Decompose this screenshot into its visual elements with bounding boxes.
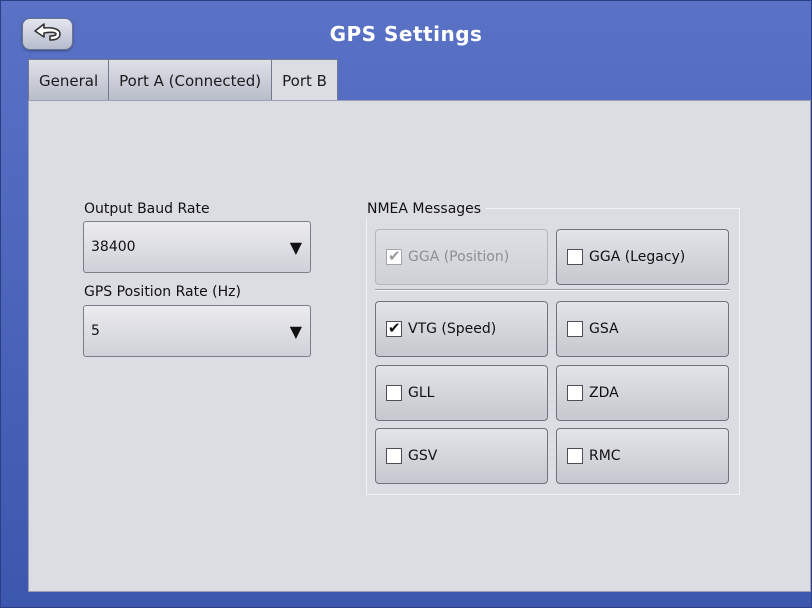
output-baud-rate-dropdown[interactable]: 38400 ▼ <box>83 221 311 273</box>
gll-checkbox[interactable]: GLL <box>375 365 548 421</box>
title-bar: GPS Settings <box>1 1 811 65</box>
checkbox-icon: ✔ <box>386 247 402 265</box>
settings-panel: Output Baud Rate 38400 ▼ GPS Position Ra… <box>28 100 811 592</box>
gsv-checkbox[interactable]: GSV <box>375 428 548 484</box>
tab-port-b[interactable]: Port B <box>271 59 338 102</box>
tab-bar: General Port A (Connected) Port B <box>28 59 338 102</box>
checkbox-icon <box>386 385 402 401</box>
nmea-messages-title: NMEA Messages <box>362 201 487 217</box>
rmc-checkbox[interactable]: RMC <box>556 428 729 484</box>
checkmark-icon: ✔ <box>388 247 401 265</box>
checkbox-label: GLL <box>408 385 435 401</box>
checkbox-label: GGA (Legacy) <box>589 249 686 265</box>
checkbox-label: GSV <box>408 448 438 464</box>
tab-general[interactable]: General <box>28 59 110 101</box>
checkbox-icon <box>386 448 402 464</box>
gps-position-rate-value: 5 <box>91 323 100 339</box>
dropdown-arrow-icon: ▼ <box>289 322 302 341</box>
gsa-checkbox[interactable]: GSA <box>556 301 729 357</box>
checkbox-icon <box>567 385 583 401</box>
gps-position-rate-dropdown[interactable]: 5 ▼ <box>83 305 311 357</box>
output-baud-rate-value: 38400 <box>91 239 136 255</box>
dropdown-arrow-icon: ▼ <box>289 238 302 257</box>
checkbox-icon <box>567 448 583 464</box>
checkbox-icon <box>567 249 583 265</box>
zda-checkbox[interactable]: ZDA <box>556 365 729 421</box>
tab-port-a[interactable]: Port A (Connected) <box>108 59 273 101</box>
vtg-speed-checkbox[interactable]: ✔ VTG (Speed) <box>375 301 548 357</box>
checkbox-label: VTG (Speed) <box>408 321 497 337</box>
checkbox-label: GGA (Position) <box>408 249 510 265</box>
checkbox-icon: ✔ <box>386 319 402 337</box>
divider <box>375 289 730 291</box>
checkbox-label: RMC <box>589 448 621 464</box>
gga-legacy-checkbox[interactable]: GGA (Legacy) <box>556 229 729 285</box>
checkbox-icon <box>567 321 583 337</box>
window-frame: GPS Settings General Port A (Connected) … <box>0 0 812 608</box>
checkbox-label: GSA <box>589 321 619 337</box>
gps-position-rate-label: GPS Position Rate (Hz) <box>84 284 241 300</box>
gga-position-checkbox[interactable]: ✔ GGA (Position) <box>375 229 548 285</box>
page-title: GPS Settings <box>329 22 483 46</box>
output-baud-rate-label: Output Baud Rate <box>84 201 210 217</box>
checkbox-label: ZDA <box>589 385 619 401</box>
checkmark-icon: ✔ <box>388 319 401 337</box>
